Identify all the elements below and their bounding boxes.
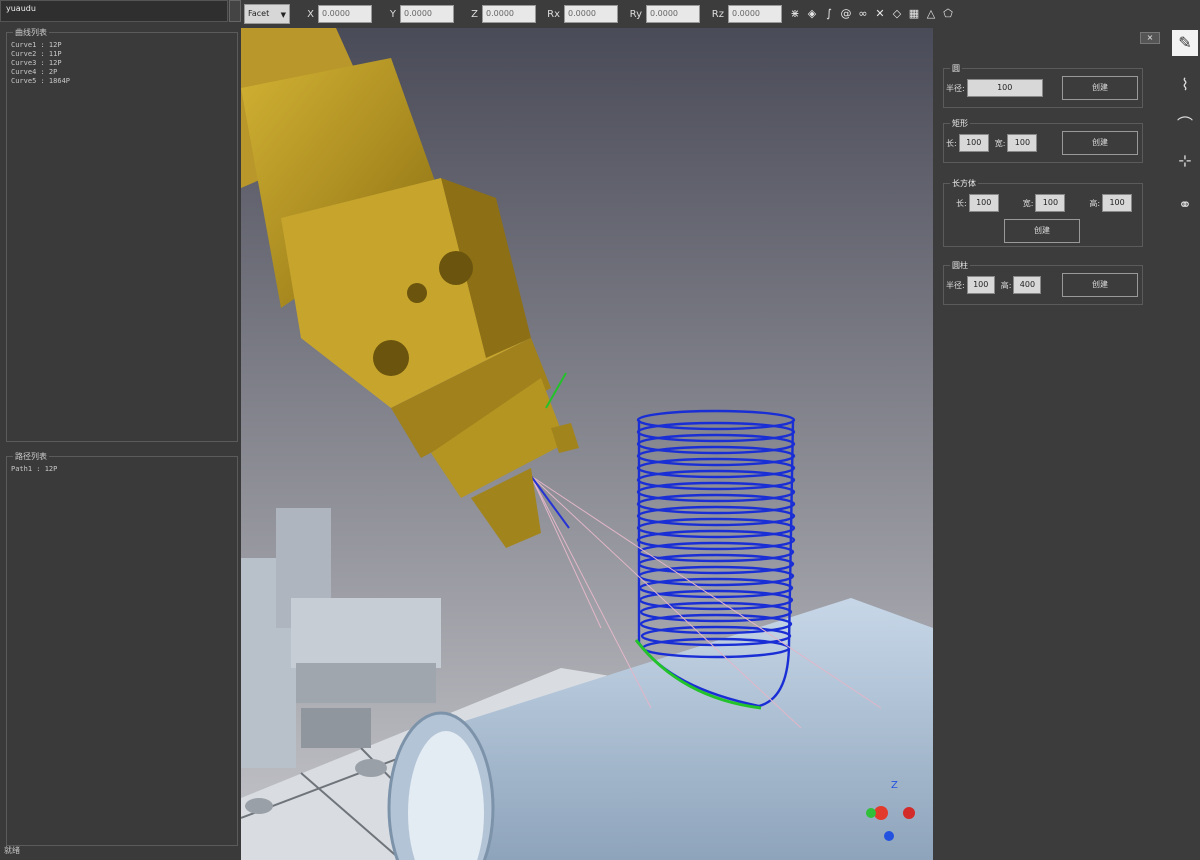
coord-rz-input[interactable]: 0.0000 bbox=[728, 5, 782, 23]
path-list-group: 路径列表 Path1 : 12P bbox=[6, 451, 238, 846]
sketch-point-icon[interactable]: ⊹ bbox=[1172, 148, 1198, 174]
shapes-icon[interactable]: ⬠ bbox=[941, 7, 955, 21]
axes-icon[interactable]: ⋇ bbox=[788, 7, 802, 21]
right-panel: × 圆 半径: 100 创建 矩形 长: 100 宽: 100 创建 长方体 长… bbox=[933, 28, 1168, 860]
path-list-title: 路径列表 bbox=[13, 451, 49, 462]
circle-radius-input[interactable]: 100 bbox=[966, 79, 1043, 97]
cylinder-group: 圆柱 半径: 100 高: 400 创建 bbox=[943, 260, 1143, 305]
curve-icon[interactable]: ∫ bbox=[822, 7, 836, 21]
coord-rx-label: Rx bbox=[547, 8, 560, 20]
coord-x-label: X bbox=[307, 8, 314, 20]
circle-group: 圆 半径: 100 创建 bbox=[943, 63, 1143, 108]
circle-group-title: 圆 bbox=[950, 63, 962, 74]
panel-close-button[interactable]: × bbox=[1140, 32, 1160, 44]
rect-width-input[interactable]: 100 bbox=[1007, 134, 1038, 152]
box-create-button[interactable]: 创建 bbox=[1004, 219, 1080, 243]
window-title: yuaudu bbox=[6, 4, 36, 13]
cylinder-height-input[interactable]: 400 bbox=[1013, 276, 1042, 294]
list-item[interactable]: Curve4 : 2P bbox=[11, 68, 70, 77]
knot-icon[interactable]: ∞ bbox=[856, 7, 870, 21]
surface-curve-icon[interactable]: ⌒ bbox=[1172, 112, 1198, 138]
coord-ry: Ry 0.0000 bbox=[624, 5, 700, 23]
curve-edit-icon[interactable]: ⌇ bbox=[1172, 72, 1198, 98]
width-label: 宽: bbox=[1022, 198, 1034, 208]
left-panel: 曲线列表 Curve1 : 12P Curve2 : 11P Curve3 : … bbox=[0, 22, 241, 860]
rect-length-input[interactable]: 100 bbox=[958, 134, 989, 152]
z-axis-label: Z bbox=[891, 780, 898, 791]
cylinder-create-button[interactable]: 创建 bbox=[1062, 273, 1138, 297]
grid-icon[interactable]: ▦ bbox=[907, 7, 921, 21]
coord-z: Z 0.0000 bbox=[460, 5, 536, 23]
coord-y-input[interactable]: 0.0000 bbox=[400, 5, 454, 23]
length-label: 长: bbox=[946, 138, 957, 148]
scene-render: Z bbox=[241, 28, 933, 860]
coord-rz: Rz 0.0000 bbox=[706, 5, 782, 23]
coord-rx-input[interactable]: 0.0000 bbox=[564, 5, 618, 23]
rectangle-group-title: 矩形 bbox=[950, 118, 970, 129]
coord-z-input[interactable]: 0.0000 bbox=[482, 5, 536, 23]
height-label: 高: bbox=[1089, 198, 1101, 208]
list-item[interactable]: Curve3 : 12P bbox=[11, 59, 70, 68]
coord-x: X 0.0000 bbox=[296, 5, 372, 23]
status-text: 就绪 bbox=[4, 846, 20, 855]
cylinder-group-title: 圆柱 bbox=[950, 260, 970, 271]
list-item[interactable]: Curve2 : 11P bbox=[11, 50, 70, 59]
curve-list-group: 曲线列表 Curve1 : 12P Curve2 : 11P Curve3 : … bbox=[6, 27, 238, 442]
coord-rz-label: Rz bbox=[711, 8, 724, 20]
rectangle-group: 矩形 长: 100 宽: 100 创建 bbox=[943, 118, 1143, 163]
list-item[interactable]: Curve5 : 1864P bbox=[11, 77, 70, 86]
diamond-icon[interactable]: ◈ bbox=[805, 7, 819, 21]
coord-ry-label: Ry bbox=[629, 8, 642, 20]
list-item[interactable]: Path1 : 12P bbox=[11, 465, 57, 474]
box-width-input[interactable]: 100 bbox=[1035, 194, 1066, 212]
rectangle-create-button[interactable]: 创建 bbox=[1062, 131, 1138, 155]
triangle-icon[interactable]: △ bbox=[924, 7, 938, 21]
chevron-down-icon: ▼ bbox=[280, 11, 286, 19]
box-length-input[interactable]: 100 bbox=[968, 194, 999, 212]
box-group-title: 长方体 bbox=[950, 178, 978, 189]
title-menu-button[interactable] bbox=[229, 0, 241, 22]
side-toolbar: ✎ ⌇ ⌒ ⊹ ⚭ bbox=[1168, 28, 1200, 860]
coord-x-input[interactable]: 0.0000 bbox=[318, 5, 372, 23]
window-title-field[interactable]: yuaudu bbox=[0, 0, 228, 22]
coord-y: Y 0.0000 bbox=[378, 5, 454, 23]
coord-rx: Rx 0.0000 bbox=[542, 5, 618, 23]
length-label: 长: bbox=[956, 198, 967, 208]
circle-create-button[interactable]: 创建 bbox=[1062, 76, 1138, 100]
coord-z-label: Z bbox=[471, 8, 478, 20]
height-label: 高: bbox=[1000, 280, 1012, 290]
3d-viewport[interactable]: Z bbox=[241, 28, 933, 860]
radius-label: 半径: bbox=[946, 280, 965, 290]
width-label: 宽: bbox=[994, 138, 1006, 148]
tool-icons: ⋇ ◈ ∫ @ ∞ ✕ ◇ ▦ △ ⬠ bbox=[788, 7, 955, 21]
curve-list-title: 曲线列表 bbox=[13, 27, 49, 38]
frame-select-value: Facet bbox=[248, 9, 270, 18]
pen-tool-icon[interactable]: ✎ bbox=[1172, 30, 1198, 56]
coord-y-label: Y bbox=[389, 8, 396, 20]
frame-select[interactable]: Facet ▼ bbox=[244, 4, 290, 24]
diamond-small-icon[interactable]: ◇ bbox=[890, 7, 904, 21]
link-icon[interactable]: ⚭ bbox=[1172, 192, 1198, 218]
box-height-input[interactable]: 100 bbox=[1102, 194, 1133, 212]
spiral-icon[interactable]: @ bbox=[839, 7, 853, 21]
coord-ry-input[interactable]: 0.0000 bbox=[646, 5, 700, 23]
cylinder-radius-input[interactable]: 100 bbox=[966, 276, 995, 294]
radius-label: 半径: bbox=[946, 83, 965, 93]
box-group: 长方体 长: 100 宽: 100 高: 100 创建 bbox=[943, 178, 1143, 247]
cross-icon[interactable]: ✕ bbox=[873, 7, 887, 21]
top-toolbar: Facet ▼ X 0.0000 Y 0.0000 Z 0.0000 Rx 0.… bbox=[241, 0, 1200, 28]
list-item[interactable]: Curve1 : 12P bbox=[11, 41, 70, 50]
